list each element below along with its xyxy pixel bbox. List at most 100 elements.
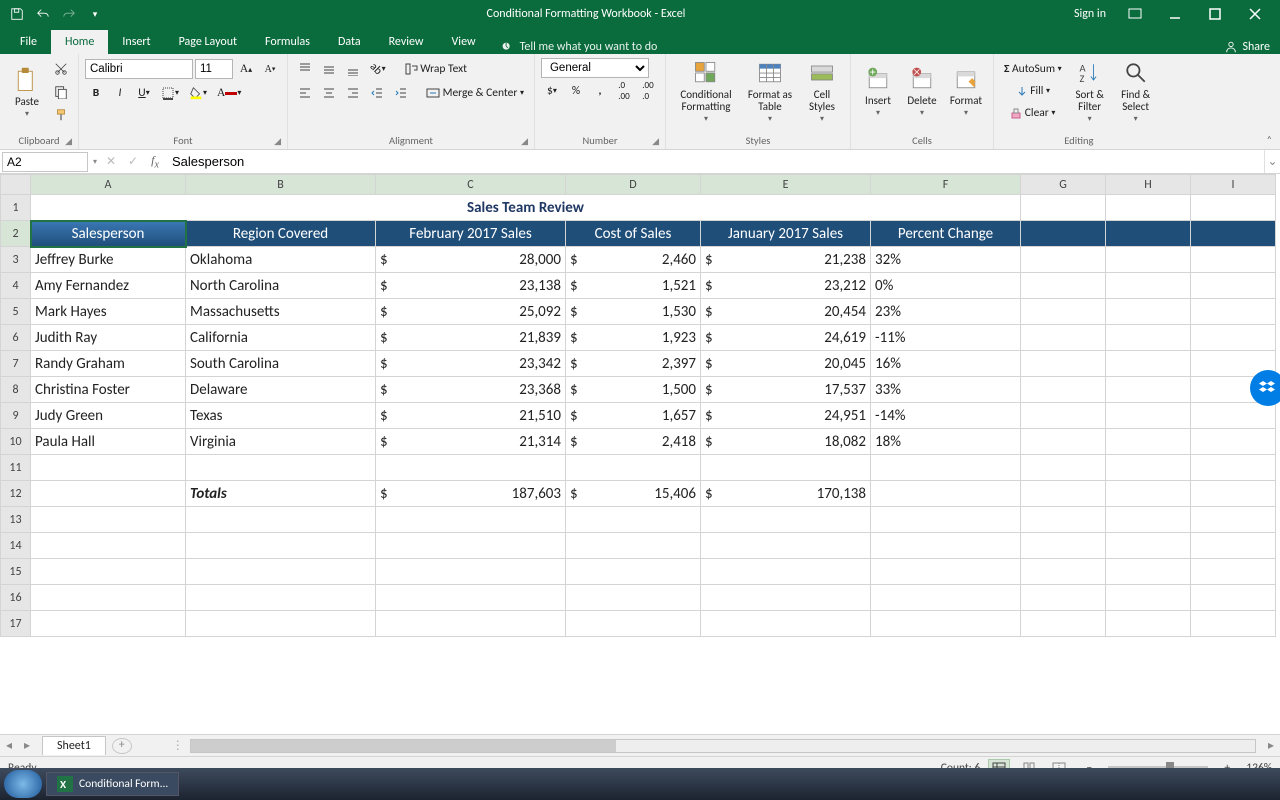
cell[interactable]: Virginia <box>186 429 376 455</box>
tab-review[interactable]: Review <box>375 30 438 54</box>
row-header[interactable]: 2 <box>1 221 31 247</box>
column-header-cell[interactable]: January 2017 Sales <box>701 221 871 247</box>
cell[interactable]: Totals <box>186 481 376 507</box>
tab-formulas[interactable]: Formulas <box>251 30 324 54</box>
col-header[interactable]: A <box>31 175 186 195</box>
formula-input[interactable] <box>166 152 1264 172</box>
col-header[interactable]: B <box>186 175 376 195</box>
close-icon[interactable] <box>1236 1 1274 27</box>
row-header[interactable]: 16 <box>1 585 31 611</box>
cell[interactable]: Delaware <box>186 377 376 403</box>
col-header[interactable]: H <box>1106 175 1191 195</box>
col-header[interactable]: D <box>566 175 701 195</box>
add-sheet-icon[interactable]: + <box>112 738 132 754</box>
row-header[interactable]: 6 <box>1 325 31 351</box>
worksheet-grid[interactable]: ABCDEFGHI1Sales Team Review2SalespersonR… <box>0 174 1280 734</box>
row-header[interactable]: 11 <box>1 455 31 481</box>
align-right-icon[interactable] <box>342 82 364 104</box>
align-left-icon[interactable] <box>294 82 316 104</box>
scroll-right-icon[interactable]: ▸ <box>1262 738 1280 753</box>
sheet-nav-next-icon[interactable]: ▸ <box>18 738 36 753</box>
column-header-cell[interactable]: Salesperson <box>31 221 186 247</box>
cell[interactable]: 23% <box>871 299 1021 325</box>
column-header-cell[interactable]: Cost of Sales <box>566 221 701 247</box>
signin-button[interactable]: Sign in <box>1066 1 1114 27</box>
insert-cells-button[interactable]: Insert▾ <box>857 58 899 124</box>
font-color-button[interactable]: A▾ <box>213 82 245 104</box>
find-select-button[interactable]: Find & Select▾ <box>1114 58 1158 124</box>
col-header[interactable]: F <box>871 175 1021 195</box>
row-header[interactable]: 17 <box>1 611 31 637</box>
row-header[interactable]: 9 <box>1 403 31 429</box>
row-header[interactable]: 15 <box>1 559 31 585</box>
sheet-tab[interactable]: Sheet1 <box>42 736 106 755</box>
decrease-indent-icon[interactable] <box>366 82 388 104</box>
cell[interactable]: Massachusetts <box>186 299 376 325</box>
decrease-decimal-icon[interactable]: .00.0 <box>637 80 659 102</box>
row-header[interactable]: 14 <box>1 533 31 559</box>
sheet-nav-prev-icon[interactable]: ◂ <box>0 738 18 753</box>
column-header-cell[interactable]: February 2017 Sales <box>376 221 566 247</box>
autosum-button[interactable]: Σ AutoSum ▾ <box>1000 58 1066 80</box>
cell[interactable]: Randy Graham <box>31 351 186 377</box>
cell[interactable]: 32% <box>871 247 1021 273</box>
row-header[interactable]: 7 <box>1 351 31 377</box>
tab-view[interactable]: View <box>438 30 490 54</box>
col-header[interactable]: G <box>1021 175 1106 195</box>
cell[interactable]: Judith Ray <box>31 325 186 351</box>
cell[interactable]: 33% <box>871 377 1021 403</box>
undo-icon[interactable] <box>32 4 54 24</box>
cell[interactable]: 0% <box>871 273 1021 299</box>
tab-data[interactable]: Data <box>324 30 375 54</box>
cell[interactable]: South Carolina <box>186 351 376 377</box>
font-dialog-icon[interactable]: ◢ <box>274 136 281 147</box>
expand-formula-bar-icon[interactable]: ⌄ <box>1264 150 1280 173</box>
row-header[interactable]: 10 <box>1 429 31 455</box>
cell[interactable]: 16% <box>871 351 1021 377</box>
number-format-select[interactable]: General <box>541 58 649 78</box>
row-header[interactable]: 4 <box>1 273 31 299</box>
start-button[interactable] <box>4 770 42 798</box>
row-header[interactable]: 13 <box>1 507 31 533</box>
cell[interactable]: Mark Hayes <box>31 299 186 325</box>
row-header[interactable]: 1 <box>1 195 31 221</box>
cut-icon[interactable] <box>50 58 72 80</box>
cell[interactable]: Jeffrey Burke <box>31 247 186 273</box>
row-header[interactable]: 5 <box>1 299 31 325</box>
cell[interactable]: California <box>186 325 376 351</box>
increase-font-icon[interactable]: A▴ <box>235 58 257 80</box>
cell[interactable]: Texas <box>186 403 376 429</box>
cell[interactable]: Oklahoma <box>186 247 376 273</box>
enter-formula-icon[interactable]: ✓ <box>122 154 144 169</box>
tab-home[interactable]: Home <box>51 30 108 54</box>
cell[interactable]: North Carolina <box>186 273 376 299</box>
increase-decimal-icon[interactable]: .0.00 <box>613 80 635 102</box>
qat-dropdown-icon[interactable]: ▾ <box>84 4 106 24</box>
fill-button[interactable]: Fill ▾ <box>1000 80 1066 102</box>
number-dialog-icon[interactable]: ◢ <box>652 136 659 147</box>
horizontal-scrollbar[interactable] <box>190 739 1256 753</box>
copy-icon[interactable] <box>50 81 72 103</box>
dropbox-badge-icon[interactable] <box>1250 370 1280 406</box>
cell[interactable]: Paula Hall <box>31 429 186 455</box>
col-header[interactable]: C <box>376 175 566 195</box>
tab-file[interactable]: File <box>6 30 51 54</box>
cell[interactable]: Amy Fernandez <box>31 273 186 299</box>
orientation-icon[interactable]: ab▾ <box>366 58 390 80</box>
underline-button[interactable]: U ▾ <box>133 82 155 104</box>
font-name-input[interactable] <box>85 59 193 79</box>
align-middle-icon[interactable] <box>318 58 340 80</box>
align-center-icon[interactable] <box>318 82 340 104</box>
align-top-icon[interactable] <box>294 58 316 80</box>
redo-icon[interactable] <box>58 4 80 24</box>
tab-insert[interactable]: Insert <box>108 30 164 54</box>
alignment-dialog-icon[interactable]: ◢ <box>521 136 528 147</box>
tellme-search[interactable]: Tell me what you want to do <box>500 40 658 54</box>
bold-button[interactable]: B <box>85 82 107 104</box>
cell[interactable]: Judy Green <box>31 403 186 429</box>
maximize-icon[interactable] <box>1196 1 1234 27</box>
cell[interactable]: -11% <box>871 325 1021 351</box>
cell-styles-button[interactable]: Cell Styles▾ <box>800 58 844 124</box>
accounting-format-icon[interactable]: $ ▾ <box>541 80 563 102</box>
comma-format-icon[interactable]: , <box>589 80 611 102</box>
